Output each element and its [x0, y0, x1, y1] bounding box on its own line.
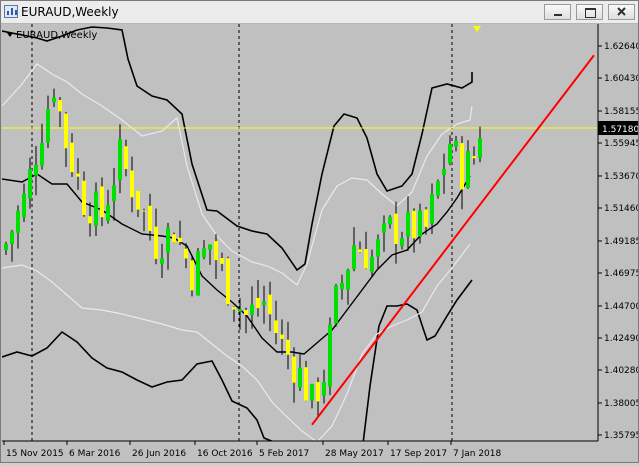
price-label: 1.62640 — [604, 42, 638, 52]
time-label: 16 Oct 2016 — [197, 449, 253, 459]
price-label: 1.60430 — [604, 74, 638, 84]
time-label: 7 Jan 2018 — [453, 449, 501, 459]
time-label: 26 Jun 2016 — [132, 449, 186, 459]
price-label: 1.40280 — [604, 366, 638, 376]
candle — [436, 179, 440, 199]
window-title: EURAUD,Weekly — [21, 5, 119, 19]
chart-icon — [4, 5, 18, 18]
time-scale: 15 Nov 2015 6 Mar 2016 26 Jun 2016 16 Oct 2… — [3, 441, 501, 459]
price-label: 1.51460 — [604, 204, 638, 214]
close-icon — [617, 7, 626, 16]
price-label: 1.44700 — [604, 302, 638, 312]
maximize-icon — [585, 8, 596, 18]
time-label: 28 May 2017 — [325, 449, 384, 459]
time-label: 15 Nov 2015 — [6, 449, 64, 459]
price-label: 1.42490 — [604, 334, 638, 344]
time-label: 6 Mar 2016 — [69, 449, 121, 459]
price-label: 1.35795 — [604, 431, 638, 441]
price-label: 1.38005 — [604, 399, 638, 409]
current-price-value: 1.57180 — [602, 125, 638, 135]
candle — [196, 247, 200, 296]
candle — [328, 317, 332, 396]
price-scale: 1.62640 1.60430 1.58155 1.55945 1.53670 1.514… — [598, 42, 639, 441]
title-bar[interactable]: EURAUD,Weekly — [1, 1, 638, 24]
current-price-tag: 1.57180 — [598, 121, 639, 135]
price-chart[interactable]: EURAUD,Weekly 1.62640 1.60430 1.58155 1.559… — [2, 24, 639, 462]
candle — [190, 255, 194, 297]
chart-area[interactable]: EURAUD,Weekly 1.62640 1.60430 1.58155 1.559… — [2, 24, 639, 462]
price-label: 1.49185 — [604, 237, 638, 247]
candle — [226, 256, 230, 306]
price-label: 1.53670 — [604, 172, 638, 182]
price-label: 1.55945 — [604, 139, 638, 149]
price-label: 1.46975 — [604, 269, 638, 279]
chart-label: EURAUD,Weekly — [7, 30, 97, 41]
chart-window: EURAUD,Weekly EURAUD,Weekly 1.62640 1.60… — [0, 0, 639, 463]
time-label: 5 Feb 2017 — [259, 449, 309, 459]
price-label: 1.58155 — [604, 107, 638, 117]
close-button[interactable] — [608, 4, 635, 20]
time-label: 17 Sep 2017 — [390, 449, 447, 459]
minimize-icon — [554, 14, 562, 16]
minimize-button[interactable] — [544, 4, 571, 20]
candle — [334, 283, 338, 327]
chart-symbol-label: EURAUD,Weekly — [16, 30, 97, 41]
maximize-button[interactable] — [576, 4, 603, 20]
